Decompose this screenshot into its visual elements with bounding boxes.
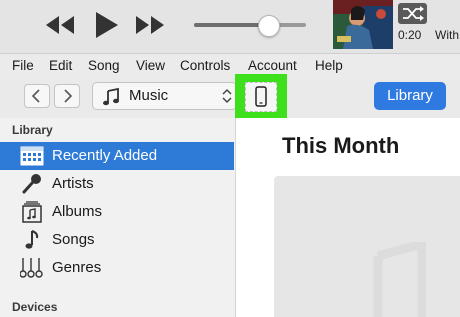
sidebar-item-label: Artists xyxy=(52,175,94,192)
sidebar-item-label: Recently Added xyxy=(52,147,158,164)
menu-account[interactable]: Account xyxy=(248,58,297,73)
back-button[interactable] xyxy=(24,84,50,108)
sidebar-item-label: Songs xyxy=(52,231,95,248)
sidebar-item-artists[interactable]: Artists xyxy=(0,170,234,198)
menu-view[interactable]: View xyxy=(136,58,165,73)
menu-bar: File Edit Song View Controls Account Hel… xyxy=(0,54,460,78)
sidebar-item-label: Albums xyxy=(52,203,103,220)
chevron-right-icon xyxy=(64,89,73,103)
menu-file[interactable]: File xyxy=(12,58,34,73)
album-icon xyxy=(22,201,42,223)
menu-edit[interactable]: Edit xyxy=(49,58,72,73)
menu-song[interactable]: Song xyxy=(88,58,120,73)
shuffle-icon xyxy=(403,6,424,21)
album-card[interactable] xyxy=(274,176,460,317)
rewind-button[interactable] xyxy=(44,14,76,36)
sidebar-item-albums[interactable]: Albums xyxy=(0,198,234,226)
iphone-icon xyxy=(255,86,267,107)
music-note-placeholder-icon xyxy=(373,242,426,317)
library-button[interactable]: Library xyxy=(374,82,446,110)
device-button[interactable] xyxy=(245,82,277,112)
sidebar-item-label: Genres xyxy=(52,259,102,276)
music-note-icon xyxy=(103,87,119,106)
shuffle-button[interactable] xyxy=(398,3,427,24)
volume-slider-thumb[interactable] xyxy=(258,15,280,37)
now-playing-text: With xyxy=(435,28,459,42)
fast-forward-button[interactable] xyxy=(134,14,166,36)
microphone-icon xyxy=(22,174,41,194)
forward-button[interactable] xyxy=(54,84,80,108)
library-heading: Library xyxy=(12,123,53,137)
elapsed-time: 0:20 xyxy=(398,28,422,42)
volume-slider-fill xyxy=(194,23,268,27)
guitars-icon xyxy=(20,258,43,278)
media-source-select[interactable]: Music xyxy=(92,82,237,110)
sidebar-item-recently-added[interactable]: Recently Added xyxy=(0,142,234,170)
section-title: This Month xyxy=(282,133,400,158)
calendar-grid-icon xyxy=(20,146,44,166)
play-button[interactable] xyxy=(92,10,120,40)
music-note-icon xyxy=(25,230,39,249)
chevron-left-icon xyxy=(31,89,40,103)
chevron-updown-icon xyxy=(222,88,232,104)
menu-help[interactable]: Help xyxy=(315,58,343,73)
devices-heading: Devices xyxy=(12,300,58,314)
media-source-label: Music xyxy=(129,87,169,104)
album-artwork[interactable] xyxy=(333,0,393,49)
menu-controls[interactable]: Controls xyxy=(180,58,230,73)
sidebar-item-songs[interactable]: Songs xyxy=(0,226,234,254)
sidebar-item-genres[interactable]: Genres xyxy=(0,254,234,282)
